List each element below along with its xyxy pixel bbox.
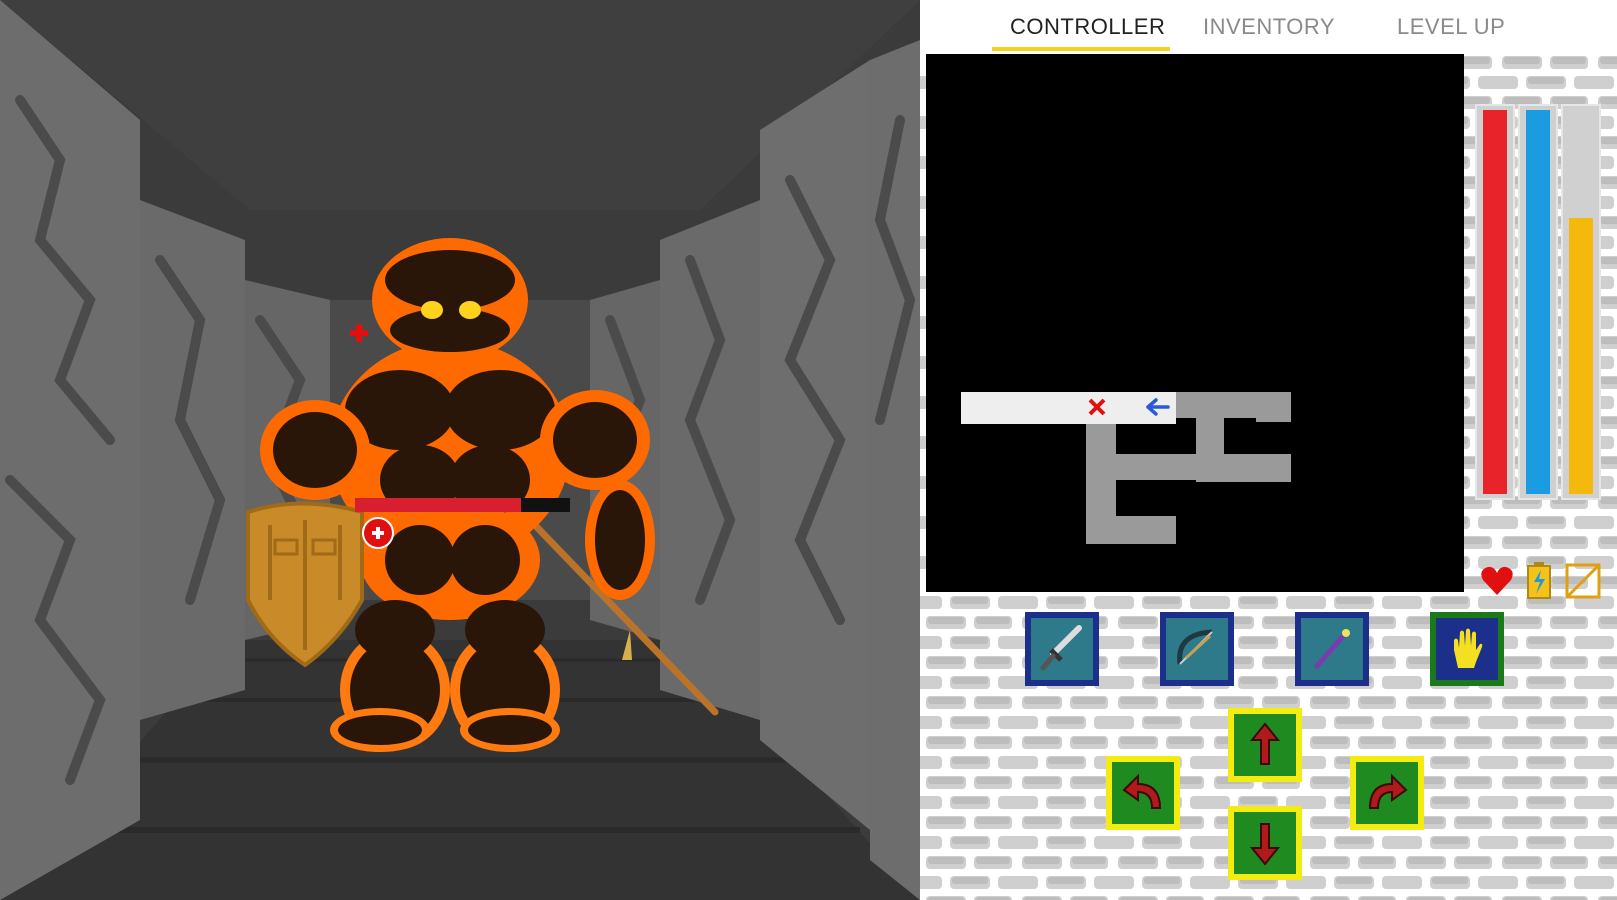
hand-icon — [1436, 618, 1498, 680]
player-marker-icon — [1146, 398, 1170, 416]
dungeon-view[interactable] — [0, 0, 920, 900]
move-forward-button[interactable] — [1228, 708, 1302, 782]
mana-bar — [1518, 104, 1558, 500]
lava-golem-enemy[interactable] — [0, 0, 920, 900]
sword-icon — [1031, 618, 1093, 680]
turn-right-icon — [1356, 762, 1418, 824]
move-back-button[interactable] — [1228, 806, 1302, 880]
wand-icon — [1301, 618, 1363, 680]
arrow-up-icon — [1234, 714, 1296, 776]
bow-attack-button[interactable] — [1160, 612, 1234, 686]
health-bar — [1475, 104, 1515, 500]
arrow-down-icon — [1234, 812, 1296, 874]
tab-inventory[interactable]: INVENTORY — [1203, 14, 1335, 40]
mana-bar-fill — [1526, 110, 1550, 494]
turn-right-button[interactable] — [1350, 756, 1424, 830]
turn-left-icon — [1112, 762, 1174, 824]
stamina-bar — [1561, 104, 1601, 500]
sword-attack-button[interactable] — [1025, 612, 1099, 686]
wand-attack-button[interactable] — [1295, 612, 1369, 686]
health-bar-fill — [1483, 110, 1507, 494]
stamina-bar-fill — [1569, 218, 1593, 494]
tab-bar: CONTROLLER INVENTORY LEVEL UP — [920, 0, 1617, 52]
hand-interact-button[interactable] — [1430, 612, 1504, 686]
side-panel: CONTROLLER INVENTORY LEVEL UP — [920, 0, 1617, 900]
active-tab-indicator — [992, 47, 1170, 51]
heart-icon — [1481, 566, 1513, 595]
slash-box-icon — [1565, 563, 1601, 599]
minimap[interactable] — [926, 54, 1464, 592]
tab-level-up[interactable]: LEVEL UP — [1397, 14, 1505, 40]
tab-controller[interactable]: CONTROLLER — [1010, 14, 1165, 40]
battery-icon — [1527, 562, 1551, 599]
bow-icon — [1166, 618, 1228, 680]
turn-left-button[interactable] — [1106, 756, 1180, 830]
